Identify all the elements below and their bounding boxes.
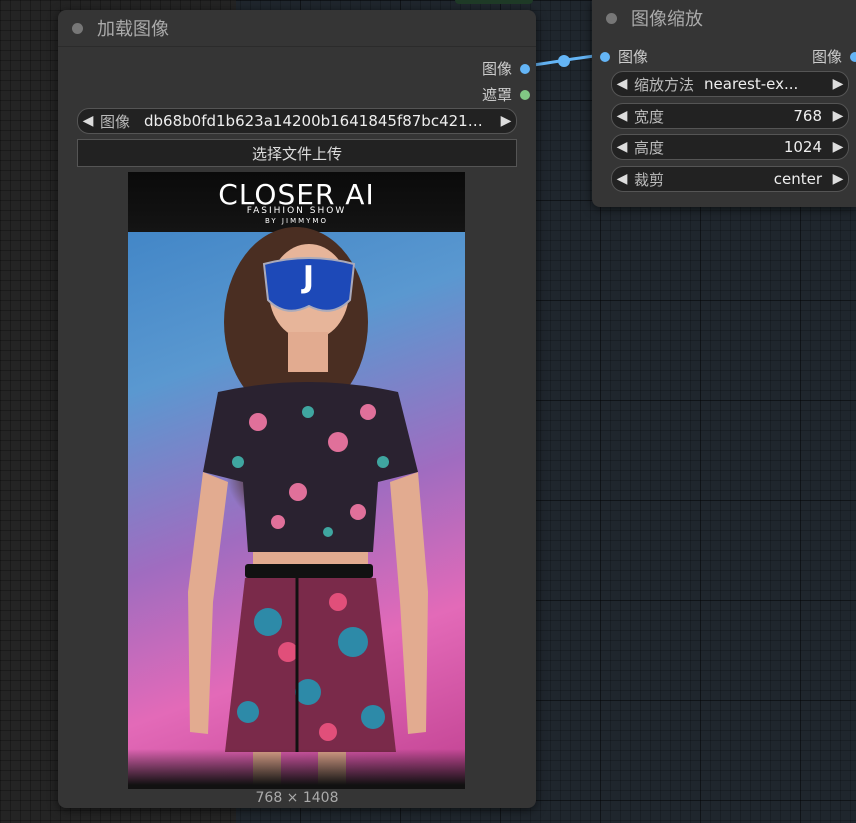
widget-value: db68b0fd1b623a14200b1641845f87bc421b... [144,112,492,130]
output-dot-icon[interactable] [850,51,856,62]
brand-subtitle: FASIHION SHOW [246,206,347,216]
load-image-node[interactable]: 加载图像 图像 遮罩 ◀ 图像 db68b0fd1b623a14200b1641… [58,10,536,808]
height-widget[interactable]: ◀ 高度 1024 ▶ [611,134,849,160]
increment-arrow-icon[interactable]: ▶ [496,113,516,129]
node-collapse-dot[interactable] [72,22,83,34]
image-combo-widget[interactable]: ◀ 图像 db68b0fd1b623a14200b1641845f87bc421… [77,108,517,134]
widget-label: 缩放方法 [634,75,695,94]
image-dimensions: 768 × 1408 [255,790,339,806]
widget-label: 宽度 [634,107,665,126]
decrement-arrow-icon[interactable]: ◀ [612,171,632,187]
node-title-bar[interactable]: 加载图像 [58,10,536,47]
output-label: 遮罩 [481,86,512,104]
node-collapse-dot[interactable] [606,12,617,24]
increment-arrow-icon[interactable]: ▶ [828,76,848,92]
upload-file-button[interactable]: 选择文件上传 [77,139,517,167]
node-title: 图像缩放 [631,9,703,30]
widget-value: nearest-ex... [704,75,799,93]
decrement-arrow-icon[interactable]: ◀ [612,108,632,124]
widget-value: 768 [793,107,822,125]
image-preview: CLOSER AI FASIHION SHOW BY JIMMYMO J [128,172,465,789]
input-dot-icon[interactable] [600,51,610,62]
node-title: 加载图像 [97,19,169,40]
output-slot-mask[interactable]: 遮罩 [482,84,530,105]
increment-arrow-icon[interactable]: ▶ [828,139,848,155]
output-label: 图像 [481,60,512,78]
output-label: 图像 [811,48,842,66]
image-scale-node[interactable]: 图像缩放 图像 图像 ◀ 缩放方法 nearest-ex... ▶ ◀ 宽度 7… [592,0,856,207]
output-slot-image[interactable]: 图像 [482,58,530,79]
brand-byline: BY JIMMYMO [265,217,328,225]
widget-label: 裁剪 [634,170,665,189]
input-slot-image[interactable]: 图像 [600,46,648,67]
output-dot-icon[interactable] [520,63,530,74]
decrement-arrow-icon[interactable]: ◀ [612,76,632,92]
decrement-arrow-icon[interactable]: ◀ [612,139,632,155]
increment-arrow-icon[interactable]: ▶ [828,171,848,187]
node-title-bar[interactable]: 图像缩放 [592,0,856,36]
widget-label: 图像 [100,112,131,131]
upscale-method-widget[interactable]: ◀ 缩放方法 nearest-ex... ▶ [611,71,849,97]
preview-runway-shadow [128,749,465,789]
widget-value: center [773,170,822,188]
input-label: 图像 [618,48,649,66]
increment-arrow-icon[interactable]: ▶ [828,108,848,124]
width-widget[interactable]: ◀ 宽度 768 ▶ [611,103,849,129]
mask-letter: J [302,260,315,295]
crop-widget[interactable]: ◀ 裁剪 center ▶ [611,166,849,192]
widget-label: 高度 [634,138,665,157]
output-slot-image[interactable]: 图像 [812,46,856,67]
widget-value: 1024 [783,138,822,156]
partial-node-edge [455,0,533,4]
output-dot-icon[interactable] [520,89,530,100]
decrement-arrow-icon[interactable]: ◀ [78,113,98,129]
